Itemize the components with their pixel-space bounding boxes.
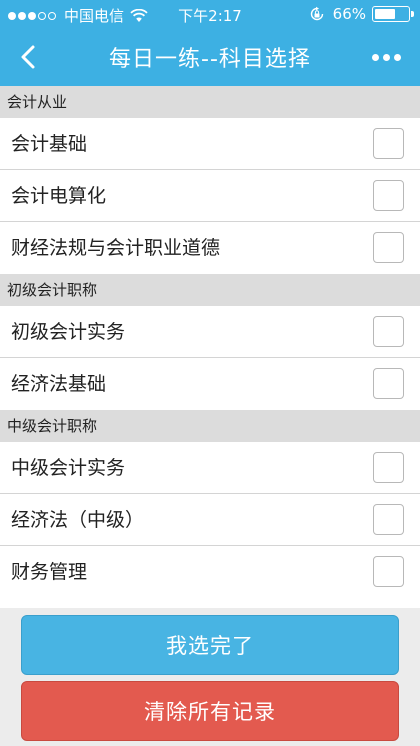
subject-row-financial-management[interactable]: 财务管理 <box>0 546 420 598</box>
top-bar: 中国电信 下午2:17 66% 每日一练--科目选择 <box>0 0 420 86</box>
subject-checkbox[interactable] <box>373 452 404 483</box>
subject-checkbox[interactable] <box>373 368 404 399</box>
subject-label: 会计电算化 <box>11 185 107 207</box>
battery-percent: 66% <box>332 5 366 23</box>
more-button[interactable] <box>362 37 410 77</box>
subject-label: 财经法规与会计职业道德 <box>11 237 221 259</box>
subject-label: 会计基础 <box>11 133 88 155</box>
chevron-left-icon <box>21 45 35 69</box>
subject-checkbox[interactable] <box>373 504 404 535</box>
clear-all-records-button[interactable]: 清除所有记录 <box>21 681 399 741</box>
subject-label: 经济法（中级） <box>11 509 145 531</box>
more-dots-icon <box>371 53 379 61</box>
status-right: 66% <box>309 5 414 23</box>
subject-checkbox[interactable] <box>373 128 404 159</box>
subject-label: 初级会计实务 <box>11 321 126 343</box>
subject-row-financial-regulations[interactable]: 财经法规与会计职业道德 <box>0 222 420 274</box>
back-button[interactable] <box>8 37 48 77</box>
battery-icon <box>372 6 414 22</box>
bottom-action-panel: 我选完了 清除所有记录 <box>0 608 420 746</box>
subject-row-intermediate-accounting-practice[interactable]: 中级会计实务 <box>0 442 420 494</box>
battery-fill <box>375 9 395 19</box>
rotation-lock-icon <box>309 6 325 22</box>
navigation-bar: 每日一练--科目选择 <box>0 28 420 86</box>
status-bar: 中国电信 下午2:17 66% <box>0 0 420 28</box>
section-items-accounting-practitioner: 会计基础 会计电算化 财经法规与会计职业道德 <box>0 118 420 274</box>
subject-checkbox[interactable] <box>373 556 404 587</box>
section-items-intermediate-accountant: 中级会计实务 经济法（中级） 财务管理 <box>0 442 420 598</box>
battery-tip <box>411 11 414 17</box>
subject-label: 财务管理 <box>11 561 88 583</box>
subject-row-computerized-accounting[interactable]: 会计电算化 <box>0 170 420 222</box>
section-items-junior-accountant: 初级会计实务 经济法基础 <box>0 306 420 410</box>
done-selecting-button[interactable]: 我选完了 <box>21 615 399 675</box>
subject-row-economic-law-basics[interactable]: 经济法基础 <box>0 358 420 410</box>
subject-list: 会计从业 会计基础 会计电算化 财经法规与会计职业道德 初级会计职称 初级会计实… <box>0 86 420 598</box>
section-header-intermediate-accountant: 中级会计职称 <box>0 410 420 442</box>
section-header-junior-accountant: 初级会计职称 <box>0 274 420 306</box>
subject-row-junior-accounting-practice[interactable]: 初级会计实务 <box>0 306 420 358</box>
subject-checkbox[interactable] <box>373 316 404 347</box>
subject-row-accounting-basics[interactable]: 会计基础 <box>0 118 420 170</box>
subject-checkbox[interactable] <box>373 180 404 211</box>
subject-row-economic-law-intermediate[interactable]: 经济法（中级） <box>0 494 420 546</box>
page-title: 每日一练--科目选择 <box>109 47 311 72</box>
subject-label: 经济法基础 <box>11 373 107 395</box>
subject-checkbox[interactable] <box>373 232 404 263</box>
subject-label: 中级会计实务 <box>11 457 126 479</box>
section-header-accounting-practitioner: 会计从业 <box>0 86 420 118</box>
